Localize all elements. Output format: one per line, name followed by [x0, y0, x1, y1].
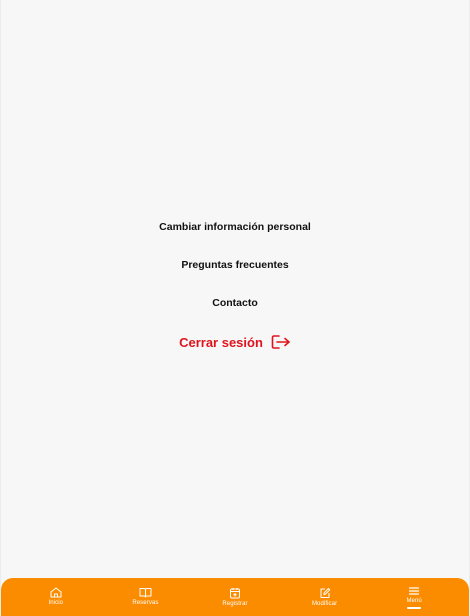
nav-item-modificar[interactable]: Modificar: [280, 578, 370, 616]
nav-label-reservas: Reservas: [132, 600, 159, 606]
menu-icon: [408, 586, 420, 596]
nav-item-inicio[interactable]: Inicio: [11, 578, 101, 616]
nav-item-menu[interactable]: Menú: [369, 578, 459, 616]
edit-icon: [319, 587, 331, 599]
nav-label-menu: Menú: [406, 597, 422, 604]
nav-item-reservas[interactable]: Reservas: [101, 578, 191, 616]
logout-icon: [271, 334, 291, 350]
menu-list: Cambiar información personal Preguntas f…: [1, 220, 469, 350]
change-personal-info-link[interactable]: Cambiar información personal: [159, 220, 311, 234]
book-icon: [139, 587, 152, 598]
logout-label: Cerrar sesión: [179, 334, 263, 350]
contact-link[interactable]: Contacto: [212, 296, 258, 310]
bottom-navigation-bar: Inicio Reservas Registrar Modificar Menú: [1, 578, 469, 616]
nav-item-registrar[interactable]: Registrar: [190, 578, 280, 616]
menu-screen: Cambiar información personal Preguntas f…: [0, 0, 470, 616]
home-icon: [50, 587, 62, 598]
logout-button[interactable]: Cerrar sesión: [179, 334, 291, 350]
nav-label-registrar: Registrar: [222, 600, 248, 607]
active-indicator: [407, 606, 422, 609]
nav-label-inicio: Inicio: [48, 600, 64, 606]
nav-label-modificar: Modificar: [311, 600, 338, 607]
calendar-add-icon: [229, 587, 241, 599]
faq-link[interactable]: Preguntas frecuentes: [181, 258, 288, 272]
